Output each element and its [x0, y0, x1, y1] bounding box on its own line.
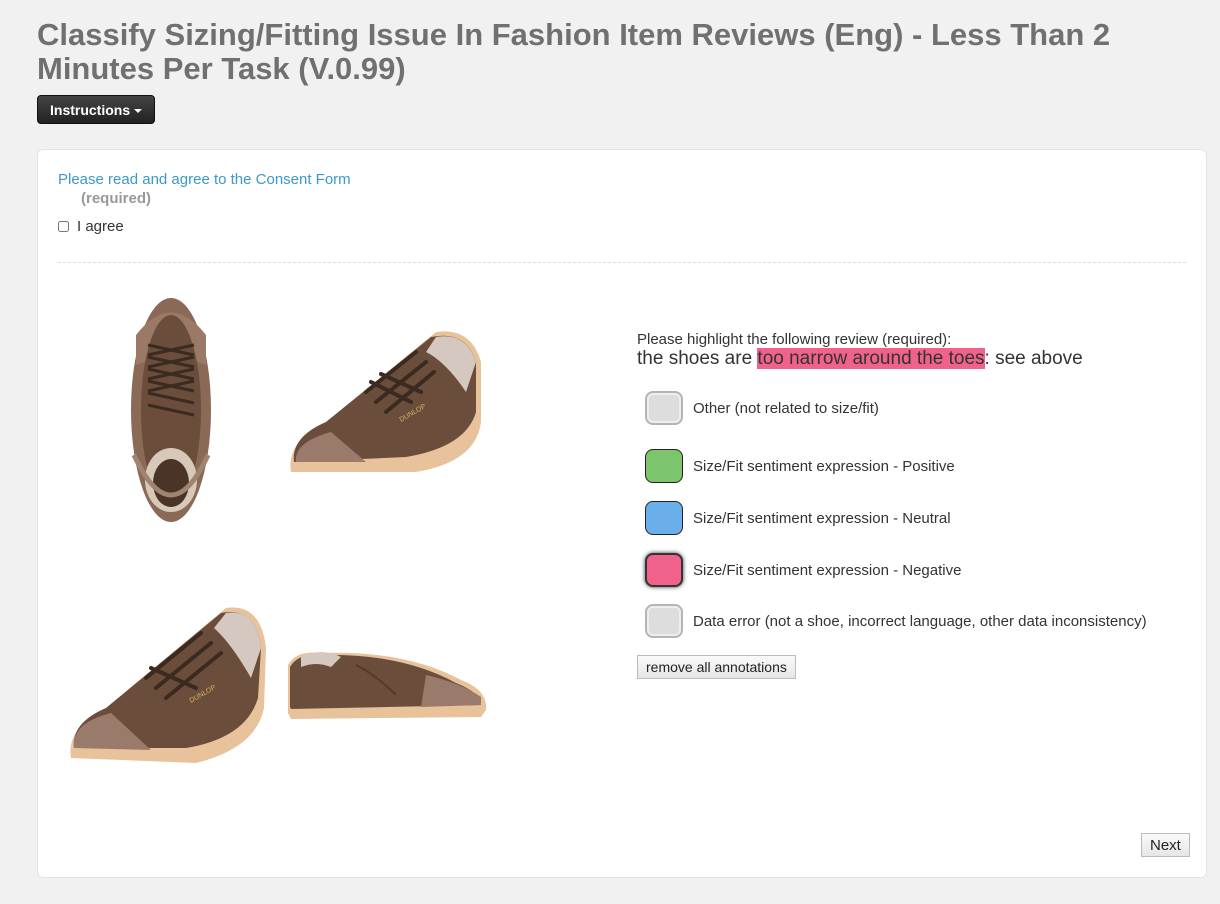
- label-option-neutral[interactable]: Size/Fit sentiment expression - Neutral: [645, 501, 951, 535]
- remove-all-annotations-button[interactable]: remove all annotations: [637, 655, 796, 679]
- divider: [58, 262, 1186, 263]
- shoe-image-top-view: [131, 298, 211, 522]
- consent-required-label: (required): [81, 190, 152, 207]
- task-panel: Please read and agree to the Consent For…: [37, 149, 1207, 878]
- label-option-positive-text: Size/Fit sentiment expression - Positive: [693, 457, 955, 475]
- swatch-other-icon: [645, 391, 683, 425]
- agree-label: I agree: [77, 218, 124, 235]
- highlight-negative[interactable]: too narrow around the toes: [757, 348, 985, 369]
- label-option-negative[interactable]: Size/Fit sentiment expression - Negative: [645, 553, 961, 587]
- label-option-negative-text: Size/Fit sentiment expression - Negative: [693, 561, 962, 579]
- swatch-neutral-icon: [645, 501, 683, 535]
- shoe-image-side-angle: DUNLOP: [290, 331, 481, 472]
- swatch-data-error-icon: [645, 604, 683, 638]
- caret-down-icon: [134, 108, 143, 113]
- next-button[interactable]: Next: [1141, 833, 1190, 857]
- instructions-label: Instructions: [50, 101, 131, 118]
- label-option-neutral-text: Size/Fit sentiment expression - Neutral: [693, 509, 951, 527]
- agree-checkbox[interactable]: [58, 221, 69, 232]
- swatch-positive-icon: [645, 449, 683, 483]
- page-title: Classify Sizing/Fitting Issue In Fashion…: [37, 17, 1111, 86]
- label-option-data-error-text: Data error (not a shoe, incorrect langua…: [693, 612, 1147, 630]
- label-option-other[interactable]: Other (not related to size/fit): [645, 391, 879, 425]
- agree-row[interactable]: I agree: [58, 218, 124, 235]
- shoe-image-profile: [288, 652, 487, 719]
- instructions-dropdown-button[interactable]: Instructions: [37, 95, 156, 124]
- label-option-positive[interactable]: Size/Fit sentiment expression - Positive: [645, 449, 955, 483]
- review-text-before: the shoes are: [637, 348, 758, 369]
- review-text-after: : see above: [984, 348, 1083, 369]
- review-text[interactable]: the shoes are too narrow around the toes…: [637, 348, 1083, 370]
- shoe-image-front-angle: DUNLOP: [70, 607, 266, 763]
- label-option-data-error[interactable]: Data error (not a shoe, incorrect langua…: [645, 604, 1147, 638]
- review-prompt: Please highlight the following review (r…: [637, 331, 952, 348]
- swatch-negative-icon: [645, 553, 683, 587]
- consent-form-link[interactable]: Please read and agree to the Consent For…: [58, 171, 351, 188]
- label-option-other-text: Other (not related to size/fit): [693, 399, 879, 417]
